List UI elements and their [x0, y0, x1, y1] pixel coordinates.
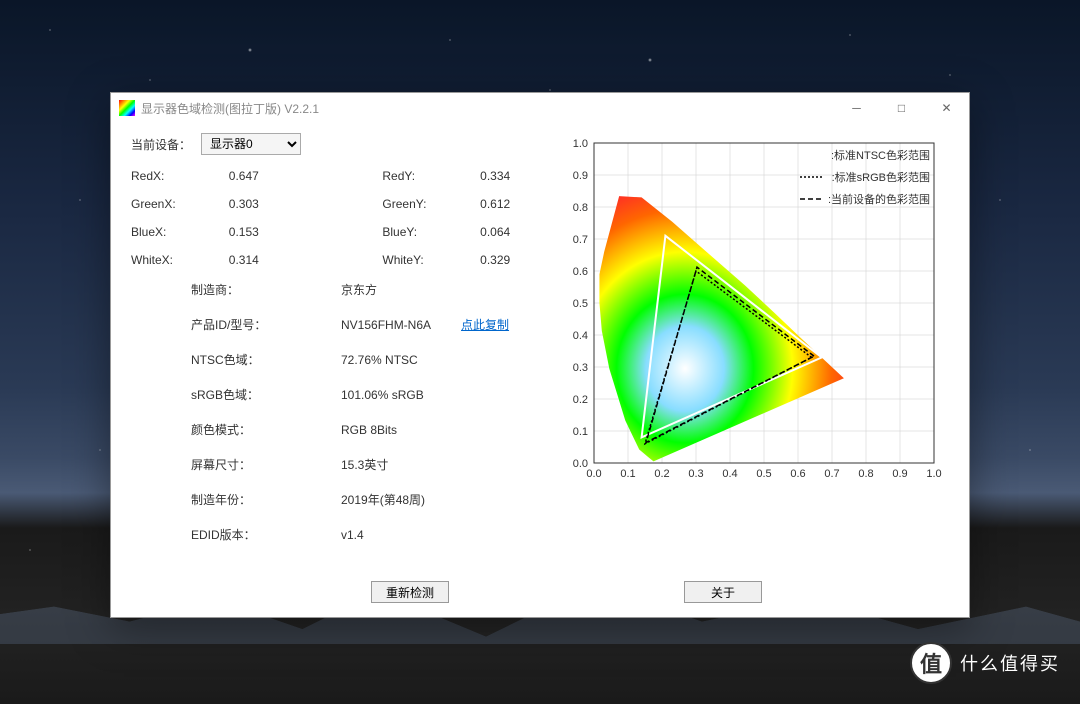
- app-window: 显示器色域检测(图拉丁版) V2.2.1 ─ □ ✕ 当前设备： 显示器0 Re…: [110, 92, 970, 618]
- svg-text:0.7: 0.7: [573, 234, 588, 246]
- copy-link[interactable]: 点此复制: [461, 316, 509, 333]
- svg-text:0.2: 0.2: [654, 468, 669, 480]
- product-value: NV156FHM-N6A: [341, 318, 431, 332]
- greenx-label: GreenX:: [131, 197, 229, 211]
- redy-label: RedY:: [382, 169, 480, 183]
- left-panel: 当前设备： 显示器0 RedX: 0.647 RedY: 0.334 Green…: [111, 123, 556, 617]
- manufacturer-value: 京东方: [341, 281, 536, 298]
- minimize-button[interactable]: ─: [834, 93, 879, 123]
- svg-text:1.0: 1.0: [926, 468, 941, 480]
- svg-text:0.2: 0.2: [573, 394, 588, 406]
- svg-text::标准sRGB色彩范围: :标准sRGB色彩范围: [832, 170, 930, 184]
- svg-text:0.6: 0.6: [573, 266, 588, 278]
- svg-text:0.4: 0.4: [573, 330, 588, 342]
- svg-text:0.9: 0.9: [892, 468, 907, 480]
- device-label: 当前设备：: [131, 136, 191, 153]
- color-mode-label: 颜色模式：: [191, 421, 341, 438]
- year-value: 2019年(第48周): [341, 491, 536, 508]
- watermark-icon: 值: [910, 642, 952, 684]
- svg-text:0.8: 0.8: [573, 202, 588, 214]
- color-mode-value: RGB 8Bits: [341, 423, 536, 437]
- screen-value: 15.3英寸: [341, 456, 536, 473]
- bluex-value: 0.153: [229, 225, 383, 239]
- maximize-button[interactable]: □: [879, 93, 924, 123]
- bluey-label: BlueY:: [382, 225, 480, 239]
- svg-text:0.0: 0.0: [586, 468, 601, 480]
- svg-text:0.6: 0.6: [790, 468, 805, 480]
- svg-text:0.3: 0.3: [573, 362, 588, 374]
- whitex-label: WhiteX:: [131, 253, 229, 267]
- edid-value: v1.4: [341, 528, 536, 542]
- window-title: 显示器色域检测(图拉丁版) V2.2.1: [141, 100, 319, 117]
- svg-text:0.8: 0.8: [858, 468, 873, 480]
- greenx-value: 0.303: [229, 197, 383, 211]
- bluex-label: BlueX:: [131, 225, 229, 239]
- titlebar[interactable]: 显示器色域检测(图拉丁版) V2.2.1 ─ □ ✕: [111, 93, 969, 123]
- watermark-text: 什么值得买: [960, 650, 1060, 676]
- redetect-button[interactable]: 重新检测: [371, 581, 449, 603]
- cie-chart: 0.0 0.1 0.2 0.3 0.4 0.5 0.6 0.7 0.8 0.9 1.0 0.0 0.1 0…: [556, 133, 946, 483]
- right-panel: 0.0 0.1 0.2 0.3 0.4 0.5 0.6 0.7 0.8 0.9 1.0 0.0 0.1 0…: [556, 123, 969, 617]
- svg-text:1.0: 1.0: [573, 138, 588, 150]
- svg-text::标准NTSC色彩范围: :标准NTSC色彩范围: [831, 148, 930, 162]
- greeny-label: GreenY:: [382, 197, 480, 211]
- close-button[interactable]: ✕: [924, 93, 969, 123]
- svg-text:0.1: 0.1: [620, 468, 635, 480]
- manufacturer-label: 制造商：: [191, 281, 341, 298]
- device-select[interactable]: 显示器0: [201, 133, 301, 155]
- svg-text:0.3: 0.3: [688, 468, 703, 480]
- ntsc-label: NTSC色域：: [191, 351, 341, 368]
- ntsc-value: 72.76% NTSC: [341, 353, 536, 367]
- watermark-badge: 值 什么值得买: [910, 642, 1060, 684]
- srgb-value: 101.06% sRGB: [341, 388, 536, 402]
- whitey-label: WhiteY:: [382, 253, 480, 267]
- screen-label: 屏幕尺寸：: [191, 456, 341, 473]
- svg-text:0.7: 0.7: [824, 468, 839, 480]
- svg-text:0.1: 0.1: [573, 426, 588, 438]
- redy-value: 0.334: [480, 169, 536, 183]
- about-button[interactable]: 关于: [684, 581, 762, 603]
- greeny-value: 0.612: [480, 197, 536, 211]
- redx-label: RedX:: [131, 169, 229, 183]
- app-icon: [119, 100, 135, 116]
- svg-text:0.9: 0.9: [573, 170, 588, 182]
- svg-text:0.4: 0.4: [722, 468, 737, 480]
- whitey-value: 0.329: [480, 253, 536, 267]
- product-label: 产品ID/型号：: [191, 316, 341, 333]
- svg-text:0.5: 0.5: [756, 468, 771, 480]
- bluey-value: 0.064: [480, 225, 536, 239]
- edid-label: EDID版本：: [191, 526, 341, 543]
- redx-value: 0.647: [229, 169, 383, 183]
- year-label: 制造年份：: [191, 491, 341, 508]
- srgb-label: sRGB色域：: [191, 386, 341, 403]
- whitex-value: 0.314: [229, 253, 383, 267]
- svg-text:0.0: 0.0: [573, 458, 588, 470]
- svg-text::当前设备的色彩范围: :当前设备的色彩范围: [828, 192, 930, 206]
- svg-text:0.5: 0.5: [573, 298, 588, 310]
